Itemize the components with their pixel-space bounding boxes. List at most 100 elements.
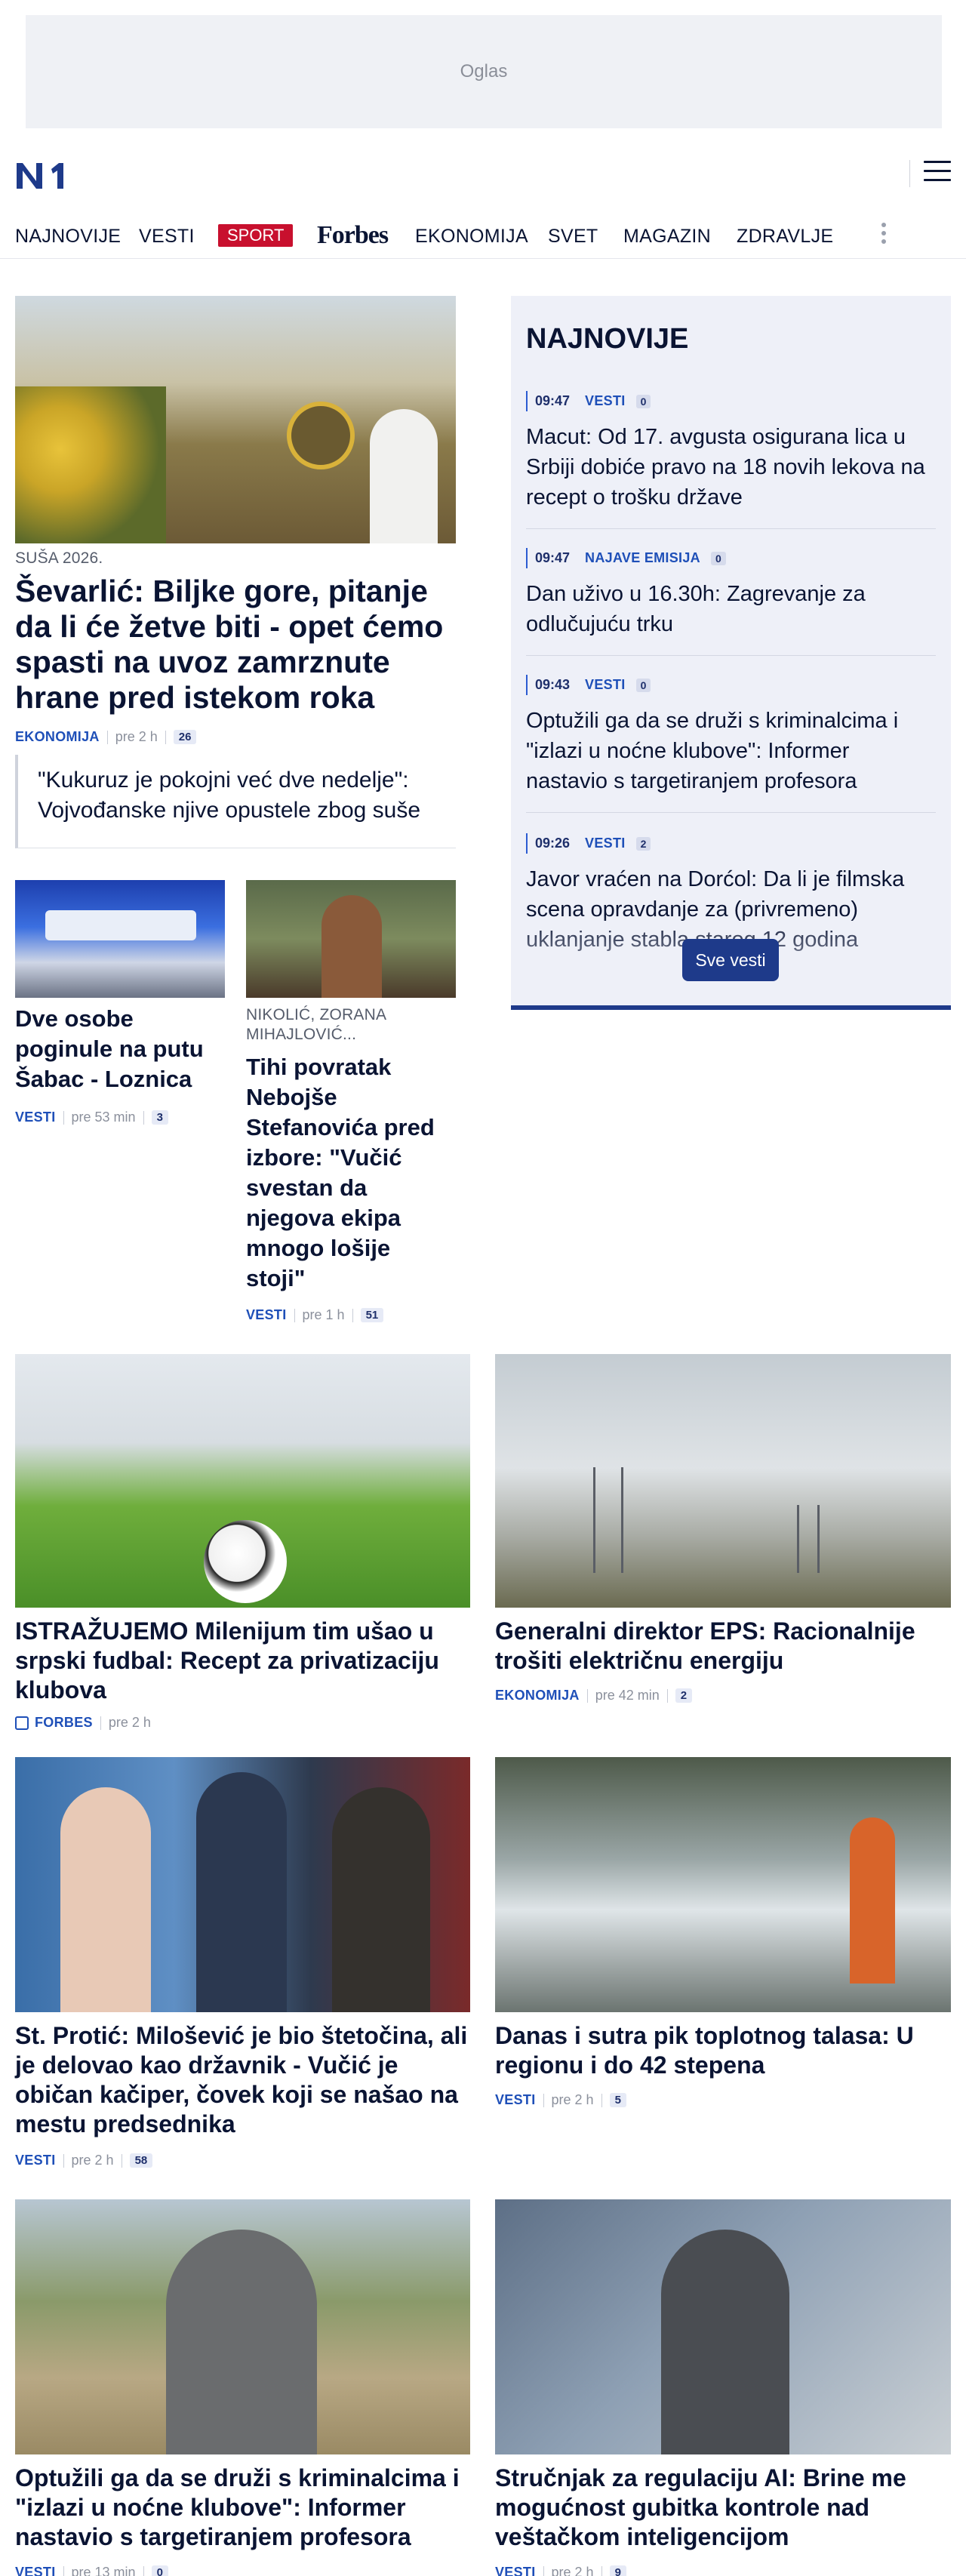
meta-separator (143, 1110, 144, 1125)
lead-comment-count[interactable]: 26 (173, 730, 197, 744)
card-category[interactable]: VESTI (495, 2092, 536, 2108)
meta-separator (543, 2093, 544, 2107)
sidebar-item-text[interactable]: Optužili ga da se druži s kriminalcima i… (526, 706, 936, 796)
meta-separator (63, 2153, 64, 2168)
card-comment-count[interactable]: 9 (609, 2565, 626, 2576)
card-meta: VESTI pre 2 h 58 (15, 2153, 153, 2168)
card-comment-count[interactable]: 0 (151, 2565, 168, 2576)
story-category[interactable]: VESTI (15, 1109, 56, 1125)
card-category[interactable]: VESTI (15, 2153, 56, 2168)
sidebar-news-item[interactable]: 09:43 VESTI 0 Optužili ga da se druži s kr… (526, 675, 936, 796)
story-headline-stefanovic[interactable]: Tihi povratak Nebojše Stefanovića pred i… (246, 1052, 456, 1294)
card-image-fountain[interactable] (495, 1757, 951, 2012)
card-comment-count[interactable]: 2 (675, 1688, 693, 1703)
lead-category[interactable]: EKONOMIJA (15, 729, 100, 745)
card-comment-count[interactable]: 58 (129, 2153, 153, 2168)
card-time: pre 2 h (108, 1715, 151, 1730)
nav-item-vesti[interactable]: VESTI (139, 226, 195, 248)
story-comment-count[interactable]: 3 (151, 1110, 168, 1125)
sidebar-item-time: 09:43 (526, 675, 577, 695)
card-headline[interactable]: Optužili ga da se druži s kriminalcima i… (15, 2464, 470, 2552)
card-comment-count[interactable]: 5 (609, 2093, 626, 2107)
sidebar-news-item[interactable]: 09:47 VESTI 0 Macut: Od 17. avgusta osigur… (526, 391, 936, 512)
story-meta-stefanovic: VESTI pre 1 h 51 (246, 1307, 384, 1323)
card-category[interactable]: EKONOMIJA (495, 1688, 580, 1703)
card-headline[interactable]: ISTRAŽUJEMO Milenijum tim ušao u srpski … (15, 1617, 470, 1705)
card-meta: VESTI pre 2 h 5 (495, 2092, 626, 2108)
meta-separator (165, 730, 166, 744)
nav-item-forbes[interactable]: Forbes (317, 221, 389, 250)
story-image-accident[interactable] (15, 880, 225, 998)
meta-separator (352, 1308, 353, 1322)
card-image-professor[interactable] (15, 2199, 470, 2454)
meta-separator (63, 2565, 64, 2576)
sidebar-item-category[interactable]: VESTI (585, 677, 626, 693)
sidebar-item-comments[interactable]: 2 (635, 836, 651, 851)
card-image-football[interactable] (15, 1354, 470, 1608)
sidebar-news-item[interactable]: 09:47 NAJAVE EMISIJA 0 Dan uživo u 16.30h:… (526, 548, 936, 639)
sidebar-item-text[interactable]: Macut: Od 17. avgusta osigurana lica u S… (526, 422, 936, 512)
sidebar-item-time: 09:47 (526, 548, 577, 568)
story-category[interactable]: VESTI (246, 1307, 287, 1323)
lead-time: pre 2 h (115, 729, 158, 744)
nav-item-ekonomija[interactable]: EKONOMIJA (415, 226, 528, 248)
latest-news-sidebar: NAJNOVIJE 09:47 VESTI 0 Macut: Od 17. avgu… (511, 296, 951, 1010)
sidebar-item-comments[interactable]: 0 (635, 394, 651, 408)
card-headline[interactable]: Generalni direktor EPS: Racionalnije tro… (495, 1617, 951, 1676)
card-image-ai-expert[interactable] (495, 2199, 951, 2454)
card-headline[interactable]: Stručnjak za regulaciju AI: Brine me mog… (495, 2464, 951, 2552)
card-headline[interactable]: Danas i sutra pik toplotnog talasa: U re… (495, 2021, 951, 2080)
nav-item-zdravlje[interactable]: ZDRAVLJE (737, 226, 833, 248)
sidebar-title: NAJNOVIJE (526, 323, 689, 355)
sidebar-item-text[interactable]: Dan uživo u 16.30h: Zagrevanje za odluču… (526, 579, 936, 639)
meta-separator (601, 2565, 602, 2576)
story-comment-count[interactable]: 51 (360, 1308, 384, 1322)
card-time: pre 42 min (595, 1688, 660, 1703)
meta-separator (294, 1308, 295, 1322)
card-time: pre 2 h (551, 2565, 594, 2576)
meta-separator (106, 730, 108, 744)
card-meta: EKONOMIJA pre 42 min 2 (495, 1688, 693, 1703)
card-image-power-lines[interactable] (495, 1354, 951, 1608)
lead-meta: EKONOMIJA pre 2 h 26 (15, 729, 197, 745)
card-category[interactable]: VESTI (495, 2565, 536, 2576)
sidebar-item-category[interactable]: NAJAVE EMISIJA (585, 550, 700, 566)
external-link-icon (15, 1716, 29, 1730)
sidebar-item-time: 09:47 (526, 391, 577, 411)
story-image-stefanovic[interactable] (246, 880, 456, 998)
card-headline[interactable]: St. Protić: Milošević je bio štetočina, … (15, 2021, 470, 2139)
card-category[interactable]: FORBES (35, 1715, 93, 1731)
meta-separator (666, 1688, 668, 1703)
all-news-button[interactable]: Sve vesti (682, 939, 779, 981)
card-image-protic[interactable] (15, 1757, 470, 2012)
story-headline-accident[interactable]: Dve osobe poginule na putu Šabac - Lozni… (15, 1004, 225, 1094)
lead-kicker: SUŠA 2026. (15, 549, 103, 567)
story-meta-accident: VESTI pre 53 min 3 (15, 1109, 168, 1125)
sidebar-divider (526, 655, 936, 656)
card-time: pre 2 h (551, 2092, 594, 2107)
header-divider (909, 160, 910, 187)
sidebar-item-category[interactable]: VESTI (585, 836, 626, 851)
sidebar-item-comments[interactable]: 0 (635, 678, 651, 692)
sidebar-item-comments[interactable]: 0 (710, 551, 726, 565)
meta-separator (63, 1110, 64, 1125)
card-meta: FORBES pre 2 h (15, 1715, 151, 1731)
card-category[interactable]: VESTI (15, 2565, 56, 2576)
card-meta: VESTI pre 2 h 9 (495, 2565, 626, 2576)
story-time: pre 53 min (71, 1109, 136, 1125)
lead-related-link[interactable]: "Kukuruz je pokojni već dve nedelje": Vo… (15, 755, 456, 848)
nav-item-sport[interactable]: SPORT (218, 224, 294, 247)
meta-separator (143, 2565, 144, 2576)
sidebar-item-category[interactable]: VESTI (585, 393, 626, 409)
lead-story-image[interactable] (15, 296, 456, 543)
nav-item-magazin[interactable]: MAGAZIN (623, 226, 711, 248)
meta-separator (601, 2093, 602, 2107)
n1-logo[interactable] (15, 160, 66, 190)
card-meta: VESTI pre 13 min 0 (15, 2565, 168, 2576)
nav-item-svet[interactable]: SVET (548, 226, 598, 248)
hamburger-menu-icon[interactable] (924, 161, 951, 185)
more-menu-icon[interactable] (881, 223, 888, 248)
nav-item-najnovije[interactable]: NAJNOVIJE (15, 226, 121, 248)
ad-banner: Oglas (26, 15, 942, 128)
lead-headline[interactable]: Ševarlić: Biljke gore, pitanje da li će … (15, 574, 456, 716)
